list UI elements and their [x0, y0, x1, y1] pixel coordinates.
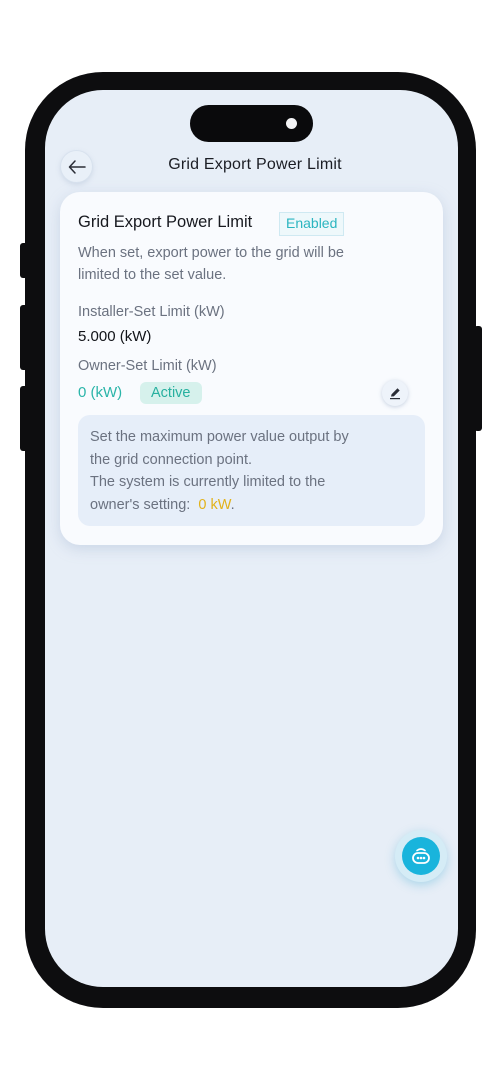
- owner-limit-value: 0 (kW): [78, 384, 123, 401]
- info-line: the grid connection point.: [90, 451, 253, 468]
- description-line: limited to the set value.: [78, 267, 227, 283]
- fab-inner: [402, 837, 440, 875]
- installer-limit-value: 5.000 (kW): [78, 328, 152, 345]
- assistant-fab-button[interactable]: [395, 830, 447, 882]
- grid-export-card: Grid Export Power Limit Enabled When set…: [60, 192, 443, 545]
- assistant-bot-icon: [412, 848, 430, 864]
- status-badge: Enabled: [279, 212, 345, 236]
- info-line: owner's setting: 0 kW.: [90, 494, 420, 517]
- card-description: When set, export power to the grid will …: [78, 242, 418, 286]
- installer-limit-label: Installer-Set Limit (kW): [78, 304, 225, 320]
- active-badge: Active: [140, 382, 202, 404]
- info-prefix: owner's setting:: [90, 496, 191, 513]
- dynamic-island: [190, 105, 313, 142]
- current-limit-value: 0 kW: [198, 496, 231, 513]
- card-title: Grid Export Power Limit: [78, 213, 253, 231]
- info-line: Set the maximum power value output by: [90, 429, 349, 445]
- info-line: The system is currently limited to the: [90, 474, 326, 490]
- description-line: When set, export power to the grid will …: [78, 245, 344, 261]
- owner-limit-label: Owner-Set Limit (kW): [78, 358, 217, 374]
- pencil-icon: [390, 388, 400, 400]
- info-text: Set the maximum power value output by th…: [90, 426, 420, 516]
- camera-icon: [286, 118, 297, 129]
- page-title: Grid Export Power Limit: [168, 156, 342, 173]
- back-button[interactable]: [61, 151, 92, 182]
- info-suffix: .: [230, 496, 235, 513]
- info-box: Set the maximum power value output by th…: [78, 415, 425, 526]
- edit-owner-limit-button[interactable]: [382, 380, 408, 406]
- phone-screen: Grid Export Power Limit Grid Export Powe…: [45, 90, 458, 987]
- arrow-left-icon: [68, 159, 86, 174]
